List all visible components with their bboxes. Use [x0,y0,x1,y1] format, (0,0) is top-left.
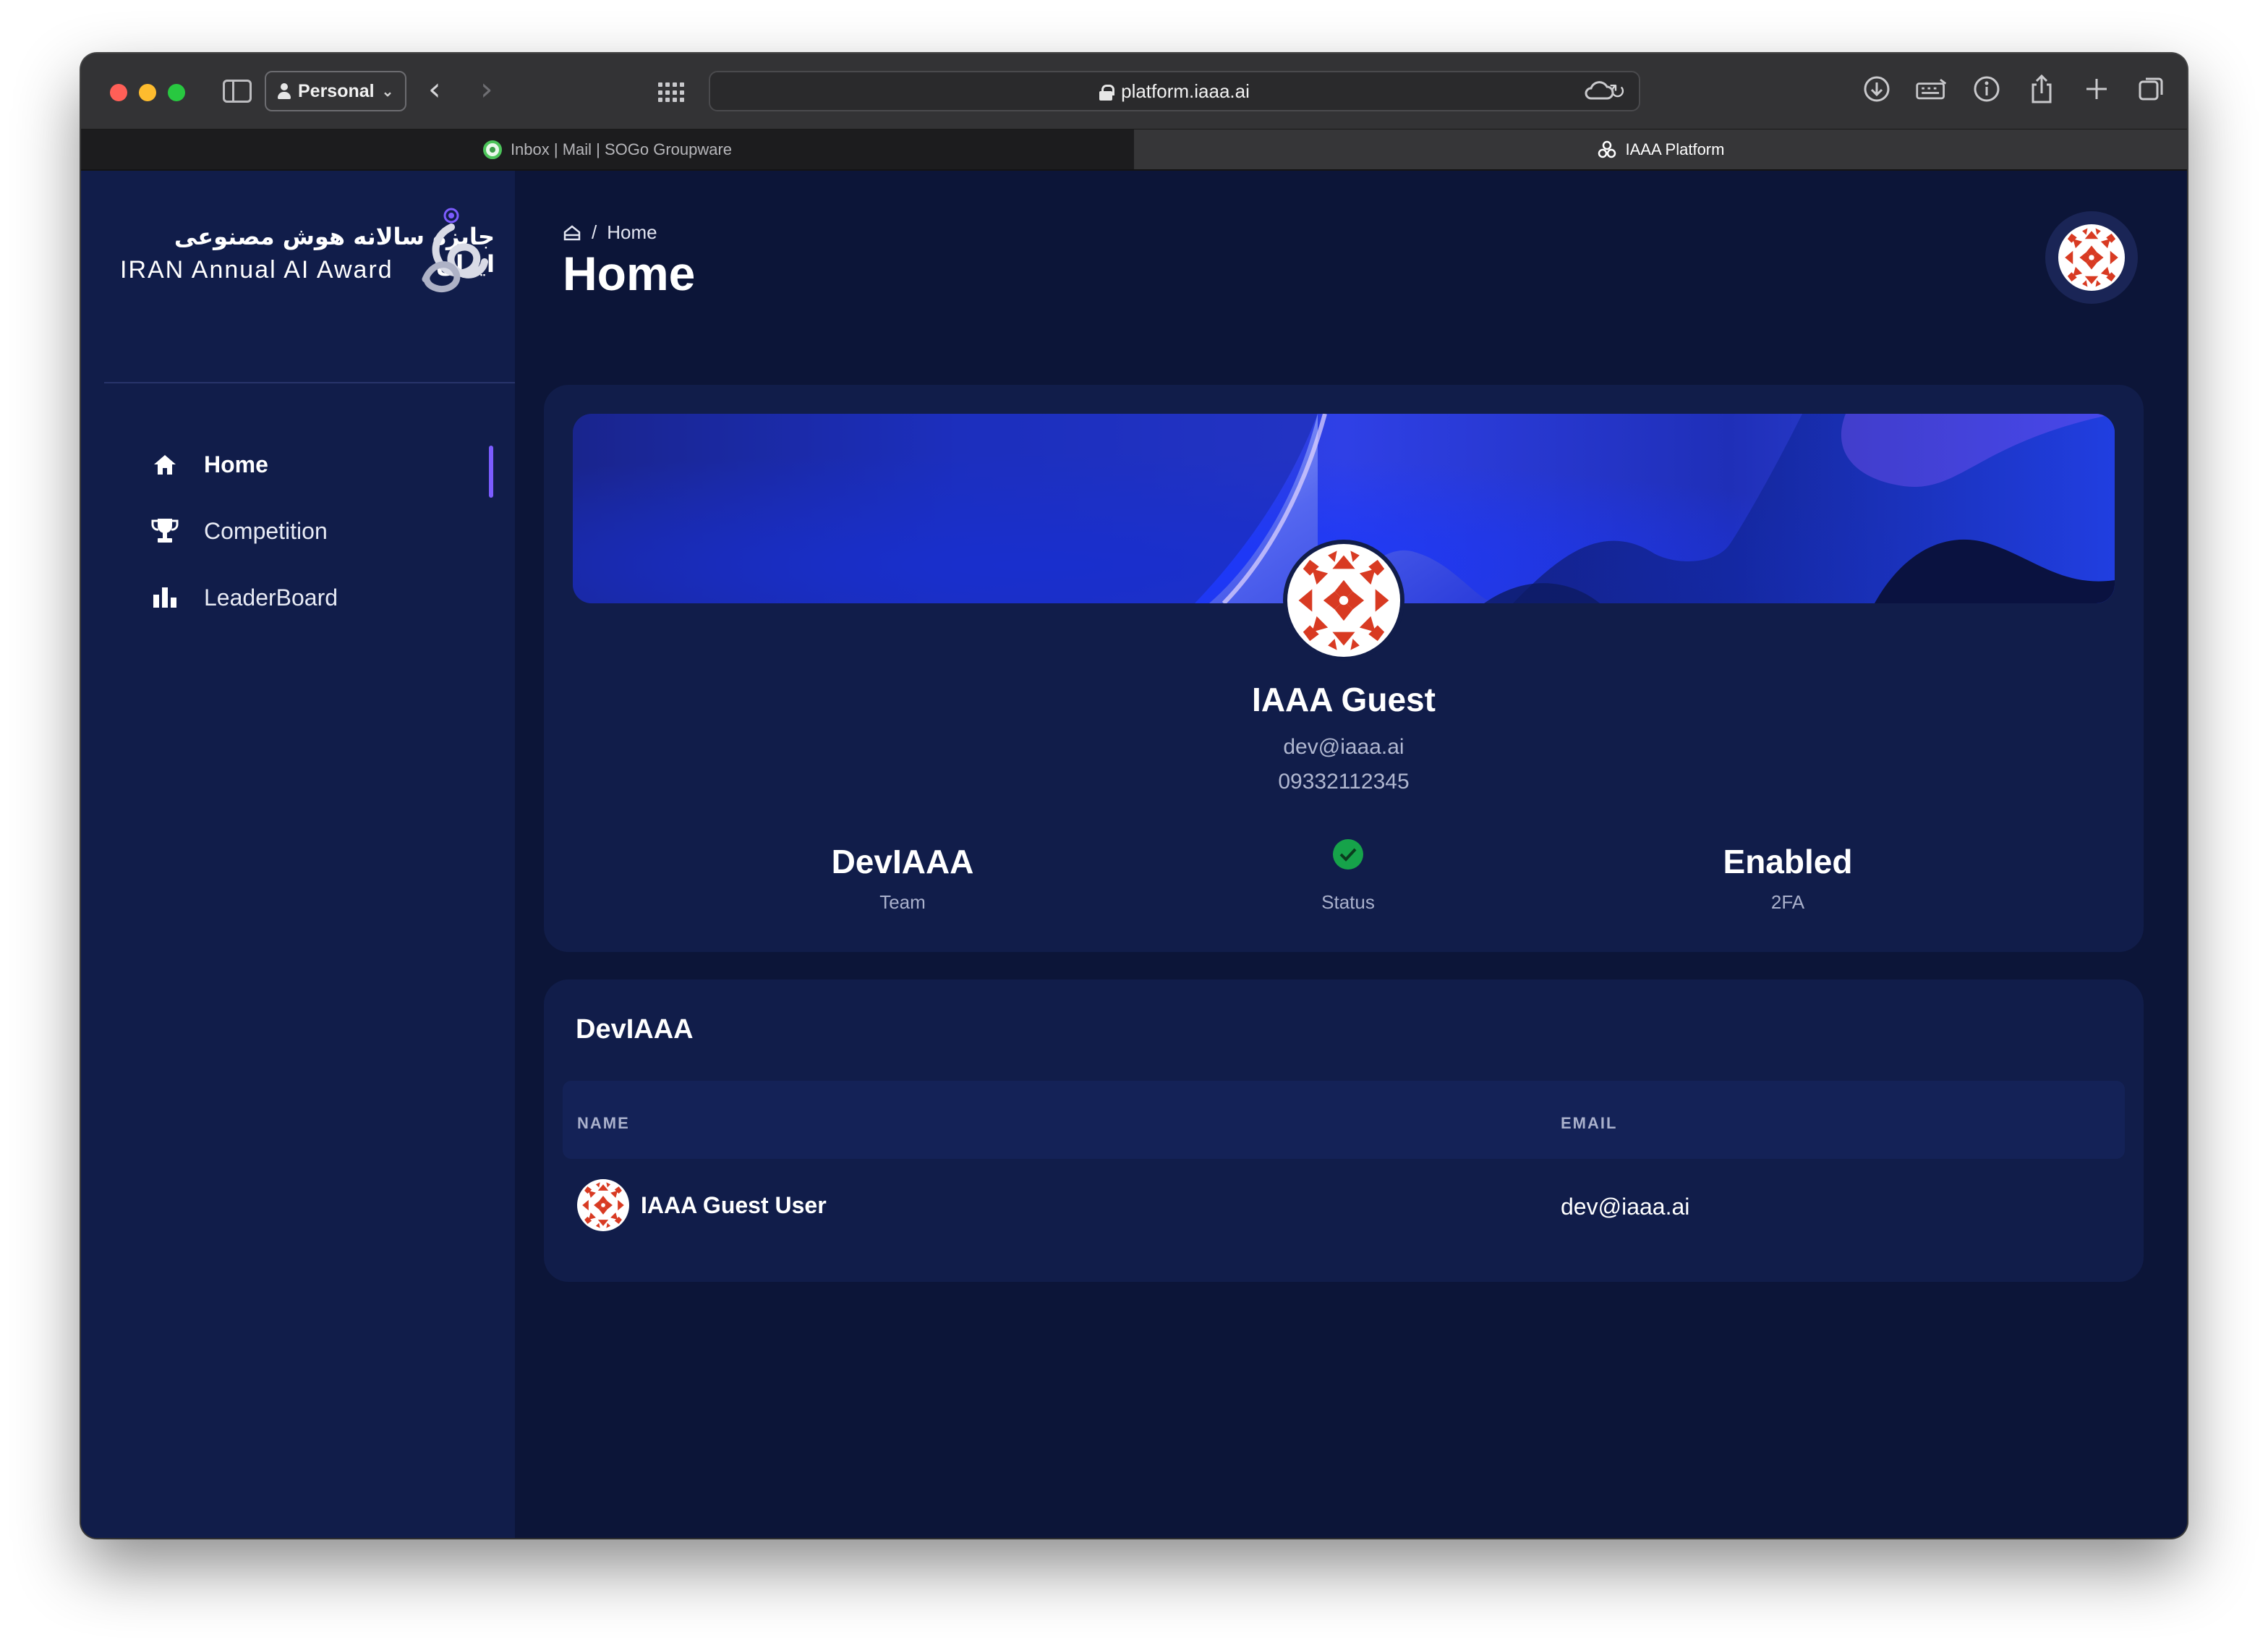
tab-label: Inbox | Mail | SOGo Groupware [510,140,733,158]
url-text: platform.iaaa.ai [1121,80,1250,102]
brand-logo[interactable]: جایزه سالانه هوش مصنوعی ایران IRAN Annua… [104,207,495,294]
trophy-icon [150,517,179,545]
minimize-window-button[interactable] [139,84,156,101]
team-card: DevIAAA NAME EMAIL IAAA Guest User dev@i… [544,979,2144,1282]
table-header: NAME EMAIL [563,1081,2125,1159]
home-outline-icon[interactable] [563,224,581,242]
stat-team: DevIAAA Team [758,841,1047,914]
tab-overview-grid-icon[interactable] [658,82,684,103]
breadcrumb-separator: / [592,221,597,243]
chevron-down-icon: ⌄ [381,83,394,100]
iaaa-favicon-icon [1598,140,1616,158]
sidebar-item-leaderboard[interactable]: LeaderBoard [81,564,515,631]
close-window-button[interactable] [110,84,127,101]
sidebar-item-label: Home [204,451,268,477]
avatar [2058,224,2125,291]
iaaa-logo-icon [422,208,488,292]
logo-english-text: IRAN Annual AI Award [120,256,393,284]
profile-card: IAAA Guest dev@iaaa.ai 09332112345 DevIA… [544,385,2144,952]
page-title: Home [563,247,696,300]
main-content: / Home Home IAAA Guest dev@iaaa.ai 09332… [515,171,2187,1538]
check-circle-icon [1333,839,1363,870]
person-icon [276,82,292,100]
new-tab-icon[interactable] [2080,72,2113,106]
avatar [577,1179,629,1231]
app-container: جایزه سالانه هوش مصنوعی ایران IRAN Annua… [81,171,2187,1538]
home-icon [150,450,179,479]
sidebar-divider [104,382,515,383]
lock-icon [1099,85,1115,101]
table-row[interactable]: IAAA Guest User dev@iaaa.ai [563,1168,2125,1243]
bar-chart-icon [150,583,179,612]
back-button[interactable]: ‹ [428,72,441,107]
tab-overview-icon[interactable] [2135,72,2168,106]
sidebar-item-label: LeaderBoard [204,584,338,611]
share-icon[interactable] [2025,72,2058,106]
sidebar-menu: Home Competition LeaderBoard [81,431,515,631]
sidebar: جایزه سالانه هوش مصنوعی ایران IRAN Annua… [81,171,515,1538]
breadcrumb-current: Home [607,221,657,243]
stat-team-value: DevIAAA [831,843,974,880]
cloud-icon[interactable] [1582,80,1614,101]
profile-avatar[interactable] [1283,540,1404,661]
mail-favicon-icon [482,140,502,159]
team-title: DevIAAA [576,1014,694,1045]
profile-email: dev@iaaa.ai [1283,735,1404,759]
column-header-name: NAME [577,1114,630,1132]
zoom-window-button[interactable] [168,84,185,101]
member-email: dev@iaaa.ai [1561,1194,1690,1220]
breadcrumb: / Home [563,221,657,244]
member-name: IAAA Guest User [641,1191,827,1218]
column-header-email: EMAIL [1561,1114,1618,1132]
sidebar-toggle-icon[interactable] [223,80,252,103]
address-bar[interactable]: platform.iaaa.ai ↻ [709,71,1640,111]
stat-team-label: Team [879,891,926,913]
member-cell: IAAA Guest User [577,1179,827,1231]
downloads-icon[interactable] [1860,72,1893,106]
stat-2fa-label: 2FA [1770,891,1805,913]
browser-toolbar: Personal ⌄ ‹ › platform.iaaa.ai ↻ [81,54,2187,129]
sidebar-item-home[interactable]: Home [81,431,515,498]
tab-inbox-mail[interactable]: Inbox | Mail | SOGo Groupware [81,129,1134,169]
avatar [1287,544,1400,657]
browser-window: Personal ⌄ ‹ › platform.iaaa.ai ↻ Inbox … [81,54,2187,1538]
sidebar-item-label: Competition [204,517,328,544]
stat-status: Status [1203,839,1493,914]
tab-label: IAAA Platform [1625,140,1725,158]
profile-phone: 09332112345 [1278,770,1410,794]
profile-button[interactable]: Personal ⌄ [265,71,406,111]
stat-2fa-value: Enabled [1723,843,1853,880]
sidebar-item-competition[interactable]: Competition [81,498,515,564]
forward-button[interactable]: › [480,72,493,107]
user-menu-avatar[interactable] [2045,211,2138,304]
tab-bar: Inbox | Mail | SOGo Groupware IAAA Platf… [81,129,2187,171]
profile-label: Personal [298,80,375,101]
stat-status-label: Status [1321,891,1375,913]
profile-name: IAAA Guest [1252,681,1436,718]
stat-2fa: Enabled 2FA [1643,841,1932,914]
tab-iaaa-platform[interactable]: IAAA Platform [1134,129,2187,169]
keyboard-icon[interactable] [1915,72,1948,106]
info-icon[interactable] [1970,72,2003,106]
